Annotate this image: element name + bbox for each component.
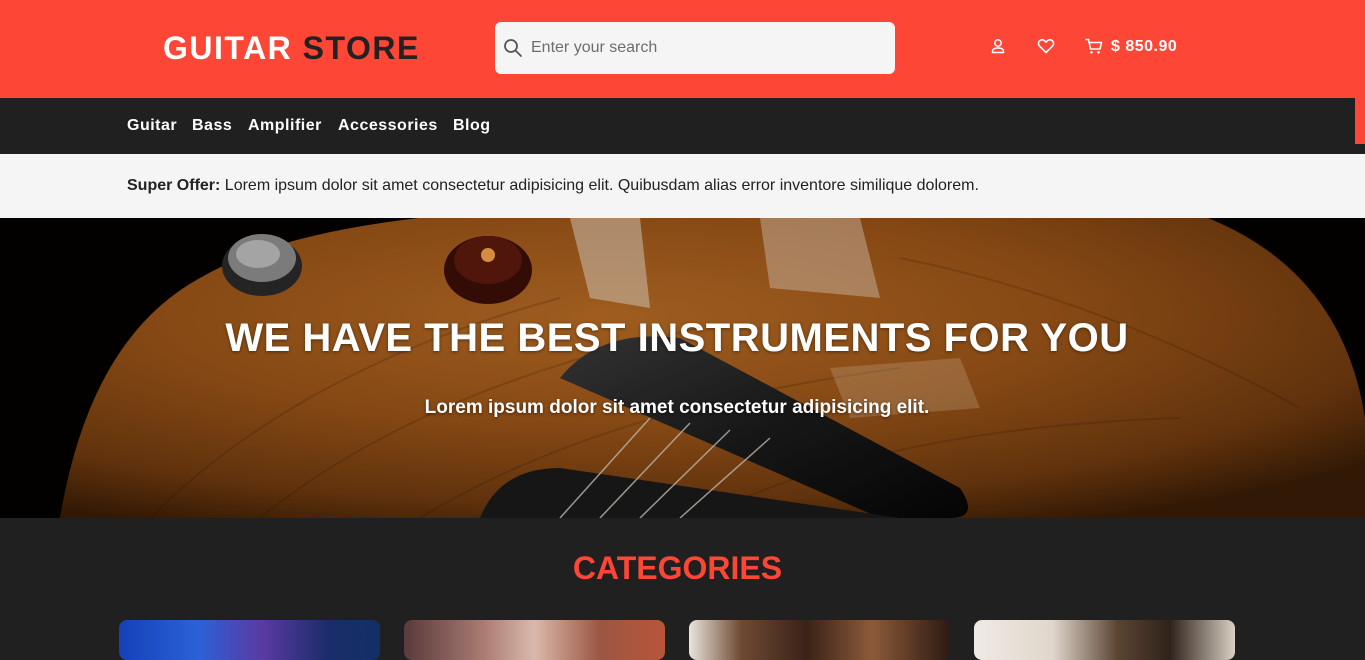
categories-title: CATEGORIES (572, 550, 783, 586)
nav-item-blog[interactable]: Blog (453, 116, 491, 136)
search-input[interactable] (531, 32, 881, 64)
category-card-4[interactable] (974, 620, 1235, 660)
nav-item-accessories[interactable]: Accessories (338, 116, 438, 136)
offer-banner: Super Offer: Lorem ipsum dolor sit amet … (0, 154, 1365, 218)
nav-item-guitar[interactable]: Guitar (127, 116, 177, 136)
category-card-3[interactable] (689, 620, 950, 660)
category-card-2[interactable] (404, 620, 665, 660)
nav-item-bass[interactable]: Bass (192, 116, 232, 136)
hero-subtitle: Lorem ipsum dolor sit amet consectetur a… (424, 397, 930, 418)
offer-message: Lorem ipsum dolor sit amet consectetur a… (220, 177, 979, 194)
offer-text: Super Offer: Lorem ipsum dolor sit amet … (127, 176, 979, 196)
nav-item-amplifier[interactable]: Amplifier (248, 116, 322, 136)
search-icon[interactable] (503, 38, 523, 58)
logo-part-1: GUITAR (163, 30, 293, 66)
category-card-1[interactable] (119, 620, 380, 660)
offer-label: Super Offer: (127, 177, 221, 194)
search-bar (495, 22, 895, 74)
main-nav: Guitar Bass Amplifier Accessories Blog (0, 98, 1355, 154)
cart-total[interactable]: $ 850.90 (1111, 37, 1177, 57)
user-icon[interactable] (989, 37, 1007, 55)
hero-guitar-image (0, 218, 1365, 518)
hero-banner: WE HAVE THE BEST INSTRUMENTS FOR YOU Lor… (0, 218, 1365, 518)
heart-icon[interactable] (1037, 37, 1055, 55)
scrollbar-thumb[interactable] (1355, 98, 1365, 144)
cart-icon[interactable] (1085, 37, 1103, 55)
logo-part-2: STORE (302, 30, 420, 66)
store-logo[interactable]: GUITAR STORE (163, 30, 420, 66)
top-header: GUITAR STORE $ 850.90 (0, 0, 1365, 98)
hero-title: WE HAVE THE BEST INSTRUMENTS FOR YOU (225, 316, 1129, 360)
